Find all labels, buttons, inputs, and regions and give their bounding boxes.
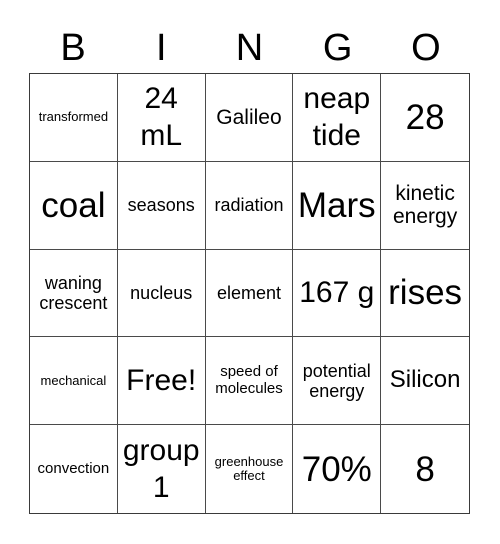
bingo-cell[interactable]: transformed [30,74,118,162]
bingo-cell[interactable]: 28 [381,74,469,162]
bingo-cell[interactable]: neap tide [293,74,382,162]
bingo-cell[interactable]: 24 mL [117,74,206,162]
bingo-cell[interactable]: radiation [205,161,294,250]
header-letter-g: G [322,27,353,69]
free-space-cell[interactable]: Free! [117,337,206,426]
bingo-cell[interactable]: convection [30,425,118,513]
bingo-cell[interactable]: greenhouse effect [206,425,294,513]
bingo-cell[interactable]: Galileo [205,74,294,162]
bingo-cell[interactable]: Mars [293,161,382,250]
bingo-cell[interactable]: 70% [293,425,382,513]
header-letter-n: N [235,27,264,69]
header-letter-o: O [411,27,441,69]
bingo-cell[interactable]: waning crescent [30,249,118,338]
bingo-cell[interactable]: potential energy [293,337,382,426]
bingo-cell[interactable]: rises [381,250,469,338]
header-letter-b: B [60,27,86,69]
bingo-cell[interactable]: element [205,249,294,338]
bingo-header: B I N G O [29,22,470,74]
bingo-cell[interactable]: speed of molecules [205,337,294,426]
header-letter-i: I [156,27,167,69]
bingo-cell[interactable]: kinetic energy [381,162,469,250]
bingo-cell[interactable]: 8 [381,425,469,513]
bingo-cell[interactable]: 167 g [293,249,382,338]
bingo-card-grid: transformed 24 mL Galileo neap tide 28 c… [29,73,470,514]
bingo-cell[interactable]: Silicon [381,337,469,426]
bingo-cell[interactable]: coal [30,161,118,250]
bingo-cell[interactable]: nucleus [117,249,206,338]
bingo-cell[interactable]: group 1 [118,425,206,513]
bingo-cell[interactable]: mechanical [30,337,118,426]
bingo-cell[interactable]: seasons [117,161,206,250]
